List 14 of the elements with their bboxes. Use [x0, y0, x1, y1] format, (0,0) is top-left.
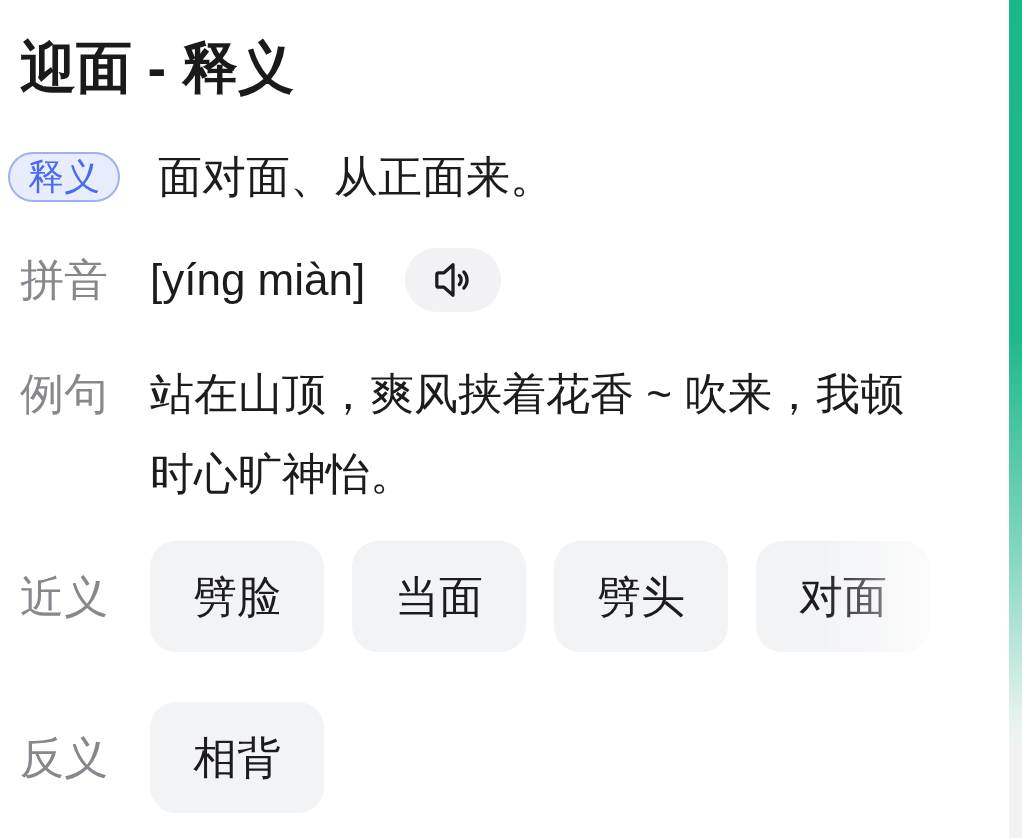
word-chip[interactable]: 劈头 [554, 541, 728, 652]
row-label: 拼音 [20, 254, 109, 306]
word-chip[interactable]: 劈脸 [150, 541, 324, 652]
word-chip[interactable]: 相背 [150, 702, 324, 813]
definition-badge: 释义 [8, 152, 120, 202]
page-title: 迎面 - 释义 [20, 38, 294, 98]
row-label: 反义 [20, 731, 109, 784]
row-label: 例句 [20, 368, 109, 420]
word-chip[interactable]: 对面 [756, 541, 930, 652]
row-label: 近义 [20, 570, 109, 623]
word-chip[interactable]: 当面 [352, 541, 526, 652]
example-sentence: 站在山顶，爽风挟着花香 ~ 吹来，我顿时心旷神怡。 [150, 368, 906, 500]
definition-text: 面对面、从正面来。 [158, 152, 554, 202]
pinyin-text: [yíng miàn] [150, 254, 366, 306]
